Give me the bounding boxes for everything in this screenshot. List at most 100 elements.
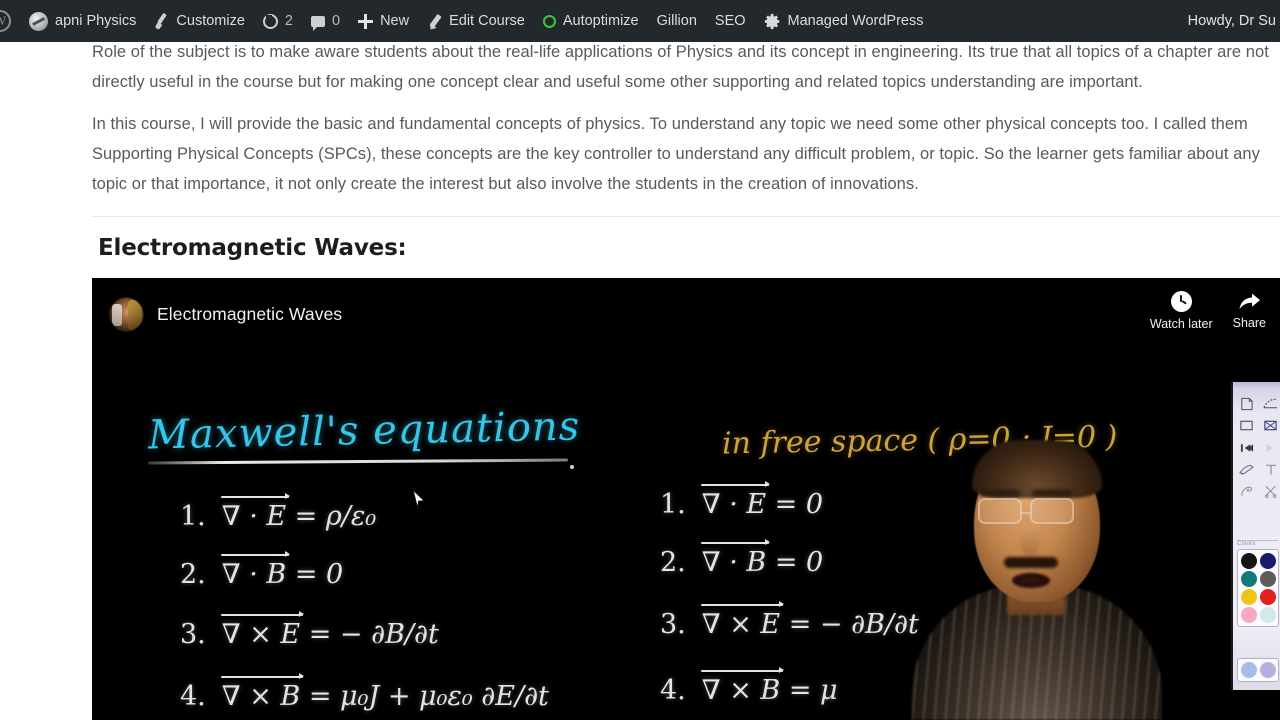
eq-lhs: ∇ × E xyxy=(220,611,305,650)
presenter-glasses-right xyxy=(1030,498,1074,524)
eq-number: 1. xyxy=(660,489,686,520)
adminbar-item-managed-wordpress[interactable]: Managed WordPress xyxy=(755,0,933,42)
select-icon[interactable] xyxy=(1260,394,1280,413)
adminbar-label-customize: Customize xyxy=(176,12,245,29)
presenter-mustache xyxy=(1004,557,1058,568)
adminbar-item-customize[interactable]: Customize xyxy=(145,0,254,42)
eq-rhs: = μ₀J + μ₀ε₀ ∂E/∂t xyxy=(308,681,549,712)
color-swatch[interactable] xyxy=(1260,553,1276,569)
presenter-glasses-bridge xyxy=(1022,512,1032,514)
presenter-mouth xyxy=(1012,573,1050,588)
youtube-video-embed[interactable]: Maxwell's equations in free space ( ρ=0 … xyxy=(92,278,1280,720)
site-icon xyxy=(29,11,48,31)
board-title-underline xyxy=(147,458,569,464)
eq-lhs: ∇ · B xyxy=(700,539,771,578)
board-left-equation-3: 3. ∇ × E = − ∂B/∂t xyxy=(180,611,439,650)
board-right-equation-4: 4. ∇ × B = μ xyxy=(660,667,838,706)
presenter-brow-left xyxy=(980,490,1020,496)
adminbar-label-edit-course: Edit Course xyxy=(449,12,525,29)
adminbar-wp-logo[interactable] xyxy=(0,0,20,42)
fill-icon[interactable] xyxy=(1260,416,1280,435)
color-swatch[interactable] xyxy=(1260,589,1276,605)
color-swatch[interactable] xyxy=(1260,571,1276,587)
adminbar-howdy[interactable]: Howdy, Dr Su xyxy=(1178,13,1280,29)
eq-number: 3. xyxy=(180,619,206,650)
color-palette[interactable] xyxy=(1237,549,1279,627)
page-title: Electromagnetic Waves: xyxy=(98,235,407,261)
adminbar-item-seo[interactable]: SEO xyxy=(706,0,755,42)
paragraph-2: In this course, I will provide the basic… xyxy=(92,115,1260,193)
color-swatch[interactable] xyxy=(1241,589,1257,605)
color-swatch[interactable] xyxy=(1241,662,1257,678)
tool-grid xyxy=(1236,394,1280,501)
color-swatch[interactable] xyxy=(1241,571,1257,587)
color-swatch[interactable] xyxy=(1260,607,1276,623)
brush-icon xyxy=(154,14,169,29)
update-icon xyxy=(262,13,278,29)
secondary-color-palette[interactable] xyxy=(1237,658,1279,682)
pencil-icon xyxy=(427,14,442,29)
board-right-equation-1: 1. ∇ · E = 0 xyxy=(660,481,823,520)
airbrush-icon[interactable] xyxy=(1236,460,1257,479)
adminbar-updates-count: 2 xyxy=(284,12,293,29)
eq-rhs: = μ xyxy=(788,675,838,706)
board-right-equation-3: 3. ∇ × E = − ∂B/∂t xyxy=(660,601,919,640)
eq-lhs: ∇ · E xyxy=(700,481,771,520)
curve-icon[interactable] xyxy=(1236,482,1257,501)
eq-rhs: = 0 xyxy=(294,559,344,590)
adminbar-label-managed-wordpress: Managed WordPress xyxy=(787,12,924,29)
adminbar-comments-count: 0 xyxy=(331,12,341,29)
free-form-select-icon[interactable] xyxy=(1236,394,1257,413)
wordpress-logo-icon xyxy=(0,10,11,32)
eq-rhs: = − ∂B/∂t xyxy=(788,609,919,640)
comment-icon xyxy=(310,15,325,31)
admin-bar-right-group: Howdy, Dr Su xyxy=(1178,0,1280,42)
presenter-nose xyxy=(1020,523,1040,557)
eq-lhs: ∇ · E xyxy=(220,493,291,532)
presenter-glasses-left xyxy=(978,498,1022,524)
eq-lhs: ∇ · B xyxy=(220,551,291,590)
adminbar-item-autoptimize[interactable]: Autoptimize xyxy=(534,0,648,42)
admin-bar-left-group: apni Physics Customize 2 0 New Edit Cour… xyxy=(0,0,932,42)
eq-lhs: ∇ × B xyxy=(220,673,305,712)
text-icon[interactable] xyxy=(1260,460,1280,479)
board-title: Maxwell's equations xyxy=(147,403,581,459)
scissors-icon[interactable] xyxy=(1260,482,1280,501)
drawing-app-toolbar-panel[interactable]: Colors xyxy=(1231,382,1280,690)
adminbar-item-gillion[interactable]: Gillion xyxy=(648,0,706,42)
eq-rhs: = 0 xyxy=(774,547,824,578)
adminbar-item-site-name[interactable]: apni Physics xyxy=(20,0,145,42)
eq-number: 4. xyxy=(660,675,686,706)
first-frame-icon[interactable] xyxy=(1236,438,1257,457)
play-icon[interactable] xyxy=(1260,438,1280,457)
adminbar-label-new: New xyxy=(380,12,410,29)
adminbar-item-updates[interactable]: 2 xyxy=(254,0,302,42)
color-swatch[interactable] xyxy=(1260,662,1276,678)
adminbar-item-comments[interactable]: 0 xyxy=(302,0,349,42)
adminbar-label-gillion: Gillion xyxy=(656,12,697,29)
presenter-figure xyxy=(912,440,1162,720)
green-ring-icon xyxy=(542,14,556,28)
eq-lhs: ∇ × B xyxy=(700,667,785,706)
adminbar-item-edit-course[interactable]: Edit Course xyxy=(418,0,534,42)
section-divider xyxy=(92,216,1280,217)
color-swatch[interactable] xyxy=(1241,553,1257,569)
adminbar-label-site-name: apni Physics xyxy=(55,12,137,29)
gear-icon xyxy=(764,13,781,30)
color-swatch[interactable] xyxy=(1241,607,1257,623)
eq-number: 3. xyxy=(660,609,686,640)
eq-number: 4. xyxy=(180,681,206,712)
eraser-icon[interactable] xyxy=(1236,416,1257,435)
board-chalk-dot xyxy=(570,465,574,469)
presenter-brow-right xyxy=(1032,490,1072,496)
adminbar-label-autoptimize: Autoptimize xyxy=(562,12,639,29)
eq-rhs: = ρ/ε₀ xyxy=(294,501,377,532)
article-body: Role of the subject is to make aware stu… xyxy=(92,37,1280,209)
page-content: Role of the subject is to make aware stu… xyxy=(0,42,1280,720)
board-left-equation-4: 4. ∇ × B = μ₀J + μ₀ε₀ ∂E/∂t xyxy=(180,673,549,712)
board-left-equation-1: 1. ∇ · E = ρ/ε₀ xyxy=(180,493,377,532)
eq-number: 2. xyxy=(660,547,686,578)
adminbar-item-new[interactable]: New xyxy=(349,0,418,42)
eq-lhs: ∇ × E xyxy=(700,601,785,640)
panel-title-strip xyxy=(1233,382,1280,391)
